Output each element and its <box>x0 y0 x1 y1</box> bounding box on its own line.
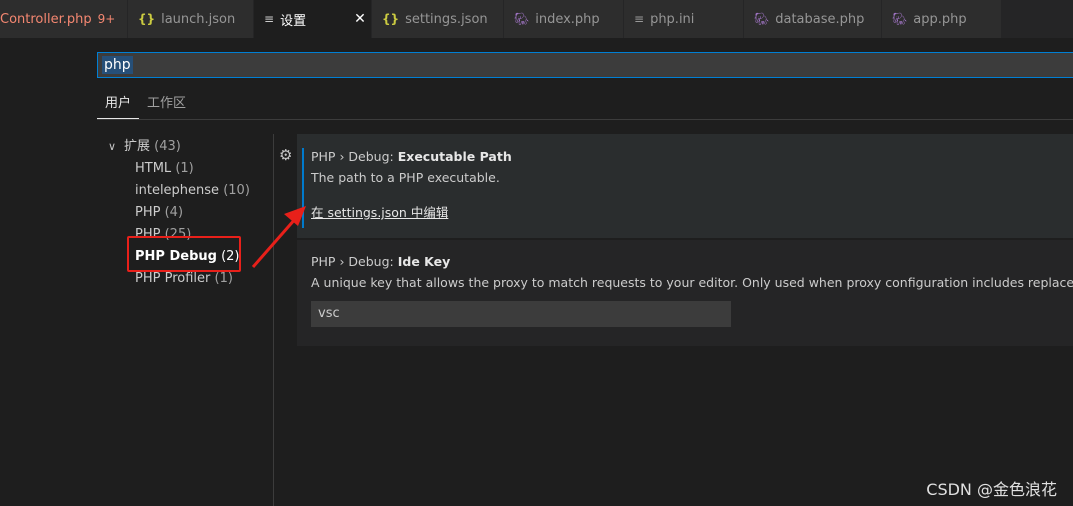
settings-scope-tabs: 用户 工作区 <box>97 90 1073 120</box>
tab-label: 设置 <box>280 13 307 29</box>
focus-indicator <box>302 148 304 228</box>
watermark-text: CSDN @金色浪花 <box>926 480 1057 499</box>
chevron-down-icon: ∨ <box>108 140 117 153</box>
setting-description: A unique key that allows the proxy to ma… <box>311 275 1073 290</box>
tab-launch-json[interactable]: {} launch.json <box>128 0 254 38</box>
tab-settings-json[interactable]: {} settings.json <box>372 0 504 38</box>
setting-executable-path: PHP › Debug: Executable Path The path to… <box>297 134 1073 238</box>
tab-controller-php[interactable]: Controller.php 9+ <box>0 0 128 38</box>
tab-label: index.php <box>535 11 600 27</box>
toc-item-html[interactable]: HTML (1) <box>108 158 272 180</box>
setting-description: The path to a PHP executable. <box>311 170 500 185</box>
edit-in-settings-json-link[interactable]: 在 settings.json 中编辑 <box>311 202 448 221</box>
toc-label: PHP Profiler <box>135 271 211 286</box>
toc-group-extensions[interactable]: ∨ 扩展 (43) <box>108 136 272 158</box>
toc-count: (4) <box>164 205 184 220</box>
search-query[interactable]: php <box>102 56 133 74</box>
gear-icon[interactable]: ⚙ <box>279 146 292 164</box>
setting-category: PHP › Debug: <box>311 149 398 164</box>
tab-workspace[interactable]: 工作区 <box>139 92 194 119</box>
toc-label: PHP <box>135 205 161 220</box>
tab-label: php.ini <box>650 11 695 27</box>
toc-divider[interactable] <box>273 134 274 506</box>
tab-index-php[interactable]: 🐘︎ index.php <box>504 0 624 38</box>
tab-label: database.php <box>775 11 865 27</box>
setting-key: Executable Path <box>397 149 512 164</box>
tab-label: launch.json <box>161 11 236 27</box>
settings-search-input[interactable]: php <box>97 52 1073 78</box>
toc-count: (43) <box>154 139 181 154</box>
toc-label: 扩展 <box>124 139 151 154</box>
setting-category: PHP › Debug: <box>311 254 398 269</box>
toc-item-php[interactable]: PHP (4) <box>108 202 272 224</box>
close-icon[interactable]: ✕ <box>354 11 366 27</box>
php-icon: 🐘︎ <box>754 12 770 26</box>
toc-label: HTML <box>135 161 172 176</box>
settings-icon: ≡ <box>264 12 275 26</box>
tab-settings[interactable]: ≡ 设置 ✕ <box>254 0 372 38</box>
json-icon: {} <box>138 12 156 26</box>
tab-app-php[interactable]: 🐘︎ app.php <box>882 0 1002 38</box>
ide-key-input[interactable]: vsc <box>311 301 731 327</box>
editor-tab-bar: Controller.php 9+ {} launch.json ≡ 设置 ✕ … <box>0 0 1073 38</box>
tab-user[interactable]: 用户 <box>97 92 140 119</box>
annotation-highlight-box <box>127 236 241 272</box>
toc-count: (10) <box>223 183 250 198</box>
php-icon: 🐘︎ <box>514 12 530 26</box>
php-icon: 🐘︎ <box>892 12 908 26</box>
problems-badge: 9+ <box>97 12 116 26</box>
setting-title: PHP › Debug: Executable Path <box>311 149 512 164</box>
tab-label: app.php <box>913 11 967 27</box>
tab-label: Controller.php <box>0 11 92 27</box>
tab-label: settings.json <box>405 11 488 27</box>
toc-item-intelephense[interactable]: intelephense (10) <box>108 180 272 202</box>
toc-count: (1) <box>175 161 194 176</box>
toc-label: intelephense <box>135 183 220 198</box>
setting-key: Ide Key <box>397 254 451 269</box>
settings-editor-window: Controller.php 9+ {} launch.json ≡ 设置 ✕ … <box>0 0 1073 506</box>
setting-title: PHP › Debug: Ide Key <box>311 254 450 269</box>
setting-ide-key: PHP › Debug: Ide Key A unique key that a… <box>297 240 1073 346</box>
ini-icon: ≡ <box>634 12 645 26</box>
json-icon: {} <box>382 12 400 26</box>
toc-count: (1) <box>214 271 233 286</box>
tab-php-ini[interactable]: ≡ php.ini <box>624 0 744 38</box>
tab-database-php[interactable]: 🐘︎ database.php <box>744 0 882 38</box>
